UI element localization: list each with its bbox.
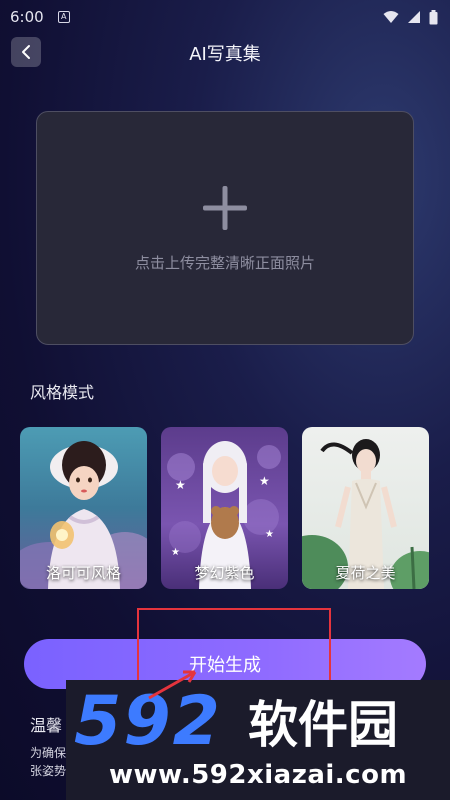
style-card-label: 洛可可风格: [45, 564, 121, 582]
svg-text:★: ★: [171, 547, 180, 558]
svg-text:★: ★: [259, 474, 270, 488]
sim-icon: A: [57, 11, 70, 23]
back-button[interactable]: [11, 37, 41, 67]
style-card-dreamy-purple[interactable]: ★ ★ ★ ★ 梦幻紫色: [161, 427, 288, 589]
photo-upload-area[interactable]: 点击上传完整清晰正面照片: [36, 111, 414, 345]
wifi-icon: [383, 11, 399, 23]
svg-text:软件园: 软件园: [248, 696, 398, 754]
battery-icon: [429, 9, 438, 24]
style-section-title: 风格模式: [30, 383, 95, 402]
watermark-overlay: 592 软件园 www.592xiazai.com: [66, 680, 450, 800]
signal-icon: [408, 11, 420, 23]
upload-hint: 点击上传完整清晰正面照片: [134, 253, 315, 272]
status-bar: 6:00 A: [0, 0, 450, 34]
watermark-url: www.592xiazai.com: [108, 760, 408, 790]
style-list: 洛可可风格 ★ ★ ★ ★ 梦幻紫色 夏荷之美: [20, 427, 430, 589]
plus-icon: [203, 185, 247, 230]
status-time: 6:00: [10, 8, 44, 26]
page-title: AI写真集: [189, 44, 261, 65]
watermark-logo: 592 软件园: [74, 682, 398, 760]
status-left: 6:00 A: [10, 8, 70, 26]
style-card-label: 梦幻紫色: [194, 564, 255, 582]
status-right: [383, 9, 438, 25]
annotation-arrow: [148, 670, 197, 700]
tips-title: 温馨: [30, 716, 63, 735]
svg-text:★: ★: [265, 529, 274, 540]
style-card-label: 夏荷之美: [335, 564, 396, 582]
style-card-summer-lotus[interactable]: 夏荷之美: [302, 427, 429, 589]
chevron-left-icon: [22, 45, 30, 59]
app-header: AI写真集: [0, 34, 450, 72]
svg-text:★: ★: [175, 478, 186, 492]
style-card-rococo[interactable]: 洛可可风格: [20, 427, 147, 589]
